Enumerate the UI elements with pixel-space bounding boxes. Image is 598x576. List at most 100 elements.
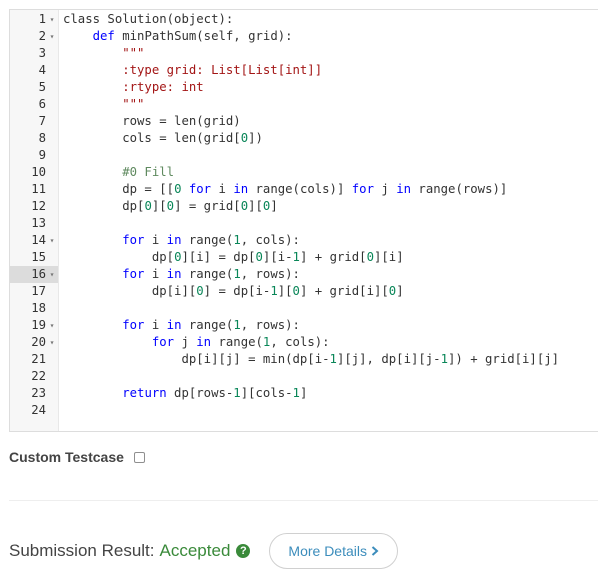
- fold-arrow-icon[interactable]: ▾: [48, 317, 56, 334]
- section-divider: [9, 500, 598, 501]
- line-number: 14: [31, 233, 46, 247]
- code-line[interactable]: 5 :rtype: int: [10, 79, 598, 96]
- line-number: 24: [31, 403, 46, 417]
- line-number-cell: 9: [10, 147, 58, 164]
- code-text: dp = [[0 for i in range(cols)] for j in …: [63, 182, 508, 196]
- code-line[interactable]: 16 ▾ for i in range(1, rows):: [10, 266, 598, 283]
- fold-arrow-icon[interactable]: ▾: [48, 232, 56, 249]
- custom-testcase-checkbox[interactable]: [133, 451, 145, 463]
- code-line[interactable]: 21 dp[i][j] = min(dp[i-1][j], dp[i][j-1]…: [10, 351, 598, 368]
- line-number: 3: [38, 46, 46, 60]
- code-line[interactable]: 9: [10, 147, 598, 164]
- line-number-cell: 16 ▾: [10, 266, 58, 283]
- line-number: 20: [31, 335, 46, 349]
- code-lines[interactable]: 1 ▾ class Solution(object): 2 ▾ def minPathS…: [10, 10, 598, 419]
- line-number: 1: [38, 12, 46, 26]
- line-number: 8: [38, 131, 46, 145]
- custom-testcase-row: Custom Testcase: [9, 448, 145, 466]
- line-number-cell: 3: [10, 45, 58, 62]
- question-circle-icon[interactable]: ?: [236, 544, 251, 558]
- line-number: 11: [31, 182, 46, 196]
- line-number: 2: [38, 29, 46, 43]
- code-line[interactable]: 11 dp = [[0 for i in range(cols)] for j …: [10, 181, 598, 198]
- code-line[interactable]: 18: [10, 300, 598, 317]
- code-text: class Solution(object):: [63, 12, 234, 26]
- line-number: 13: [31, 216, 46, 230]
- line-number: 16: [31, 267, 46, 281]
- code-line[interactable]: 3 """: [10, 45, 598, 62]
- chevron-right-icon: [371, 546, 379, 556]
- code-text: for i in range(1, cols):: [122, 233, 300, 247]
- line-number: 22: [31, 369, 46, 383]
- code-text: dp[i][0] = dp[i-1][0] + grid[i][0]: [63, 284, 404, 298]
- code-text: return dp[rows-1][cols-1]: [122, 386, 308, 400]
- code-text: for i in range(1, rows):: [122, 267, 300, 281]
- line-number: 5: [38, 80, 46, 94]
- code-line[interactable]: 4 :type grid: List[List[int]]: [10, 62, 598, 79]
- fold-arrow-icon[interactable]: ▾: [48, 266, 56, 283]
- line-number-cell: 5: [10, 79, 58, 96]
- code-line[interactable]: 8 cols = len(grid[0]): [10, 130, 598, 147]
- line-number-cell: 24: [10, 402, 58, 419]
- code-line[interactable]: 12 dp[0][0] = grid[0][0]: [10, 198, 598, 215]
- line-number: 7: [38, 114, 46, 128]
- code-text: def minPathSum(self, grid):: [92, 29, 293, 43]
- custom-testcase-label: Custom Testcase: [9, 449, 124, 465]
- code-text: """: [63, 97, 145, 111]
- submission-result-label: Submission Result:: [9, 541, 155, 560]
- line-number: 18: [31, 301, 46, 315]
- line-number: 23: [31, 386, 46, 400]
- code-line[interactable]: 1 ▾ class Solution(object):: [10, 11, 598, 28]
- line-number: 19: [31, 318, 46, 332]
- fold-arrow-icon[interactable]: ▾: [48, 11, 56, 28]
- code-text: rows = len(grid): [63, 114, 241, 128]
- code-text: cols = len(grid[0]): [63, 131, 263, 145]
- line-number-cell: 8: [10, 130, 58, 147]
- line-number: 4: [38, 63, 46, 77]
- code-line[interactable]: 10 #0 Fill: [10, 164, 598, 181]
- line-number: 6: [38, 97, 46, 111]
- line-number-cell: 21: [10, 351, 58, 368]
- line-number: 12: [31, 199, 46, 213]
- line-number-cell: 6: [10, 96, 58, 113]
- code-text: dp[0][i] = dp[0][i-1] + grid[0][i]: [63, 250, 404, 264]
- code-line[interactable]: 2 ▾ def minPathSum(self, grid):: [10, 28, 598, 45]
- code-text: #0 Fill: [63, 165, 175, 179]
- code-line[interactable]: 7 rows = len(grid): [10, 113, 598, 130]
- line-number-cell: 12: [10, 198, 58, 215]
- line-number: 21: [31, 352, 46, 366]
- code-text: :type grid: List[List[int]]: [63, 63, 323, 77]
- code-line[interactable]: 23 return dp[rows-1][cols-1]: [10, 385, 598, 402]
- code-line[interactable]: 6 """: [10, 96, 598, 113]
- line-number-cell: 2 ▾: [10, 28, 58, 45]
- line-number-cell: 11: [10, 181, 58, 198]
- line-number-cell: 15: [10, 249, 58, 266]
- code-text: for j in range(1, cols):: [151, 335, 330, 349]
- line-number-cell: 23: [10, 385, 58, 402]
- more-details-button[interactable]: More Details: [269, 533, 398, 569]
- code-line[interactable]: 24: [10, 402, 598, 419]
- code-line[interactable]: 19 ▾ for i in range(1, rows):: [10, 317, 598, 334]
- line-number-cell: 1 ▾: [10, 11, 58, 28]
- code-line[interactable]: 13: [10, 215, 598, 232]
- code-line[interactable]: 15 dp[0][i] = dp[0][i-1] + grid[0][i]: [10, 249, 598, 266]
- line-number-cell: 4: [10, 62, 58, 79]
- fold-arrow-icon[interactable]: ▾: [48, 28, 56, 45]
- code-text: :rtype: int: [63, 80, 204, 94]
- line-number-cell: 17: [10, 283, 58, 300]
- line-number-cell: 13: [10, 215, 58, 232]
- line-number-cell: 14 ▾: [10, 232, 58, 249]
- line-number-cell: 19 ▾: [10, 317, 58, 334]
- line-number: 17: [31, 284, 46, 298]
- code-line[interactable]: 14 ▾ for i in range(1, cols):: [10, 232, 598, 249]
- code-line[interactable]: 22: [10, 368, 598, 385]
- fold-arrow-icon[interactable]: ▾: [48, 334, 56, 351]
- code-line[interactable]: 20 ▾ for j in range(1, cols):: [10, 334, 598, 351]
- submission-status: Accepted: [159, 541, 231, 560]
- code-editor[interactable]: 1 ▾ class Solution(object): 2 ▾ def minPathS…: [9, 9, 598, 432]
- code-line[interactable]: 17 dp[i][0] = dp[i-1][0] + grid[i][0]: [10, 283, 598, 300]
- line-number-cell: 22: [10, 368, 58, 385]
- code-text: """: [63, 46, 145, 60]
- line-number: 15: [31, 250, 46, 264]
- code-text: dp[0][0] = grid[0][0]: [63, 199, 278, 213]
